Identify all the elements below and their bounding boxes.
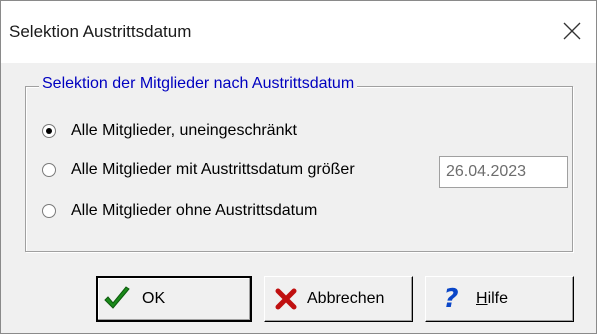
radio-button[interactable] <box>42 163 56 177</box>
cancel-button[interactable]: Abbrechen <box>264 276 413 322</box>
dialog-window: Selektion Austrittsdatum Selektion der M… <box>0 0 597 334</box>
radio-exit-date-greater[interactable]: Alle Mitglieder mit Austrittsdatum größe… <box>42 159 355 181</box>
x-cross-icon <box>271 284 301 314</box>
help-label: Hilfe <box>476 290 509 307</box>
question-mark-icon: ? <box>443 284 459 314</box>
radio-label: Alle Mitglieder mit Austrittsdatum größe… <box>71 161 355 178</box>
close-icon <box>563 22 581 40</box>
radio-without-exit-date[interactable]: Alle Mitglieder ohne Austrittsdatum <box>42 200 317 222</box>
radio-button[interactable] <box>42 124 56 138</box>
radio-all-members[interactable]: Alle Mitglieder, uneingeschränkt <box>42 120 297 142</box>
title-bar: Selektion Austrittsdatum <box>1 1 596 63</box>
radio-label: Alle Mitglieder ohne Austrittsdatum <box>71 202 318 219</box>
ok-button[interactable]: OK <box>96 276 252 322</box>
cancel-label: Abbrechen <box>307 290 385 307</box>
radio-button[interactable] <box>42 204 56 218</box>
help-button[interactable]: ? Hilfe <box>425 276 574 322</box>
close-button[interactable] <box>550 9 594 53</box>
radio-label: Alle Mitglieder, uneingeschränkt <box>71 122 297 139</box>
checkmark-icon <box>102 284 132 314</box>
window-title: Selektion Austrittsdatum <box>9 22 192 41</box>
ok-label: OK <box>142 290 166 307</box>
groupbox-legend: Selektion der Mitglieder nach Austrittsd… <box>39 75 358 93</box>
exit-date-input[interactable] <box>439 156 568 188</box>
